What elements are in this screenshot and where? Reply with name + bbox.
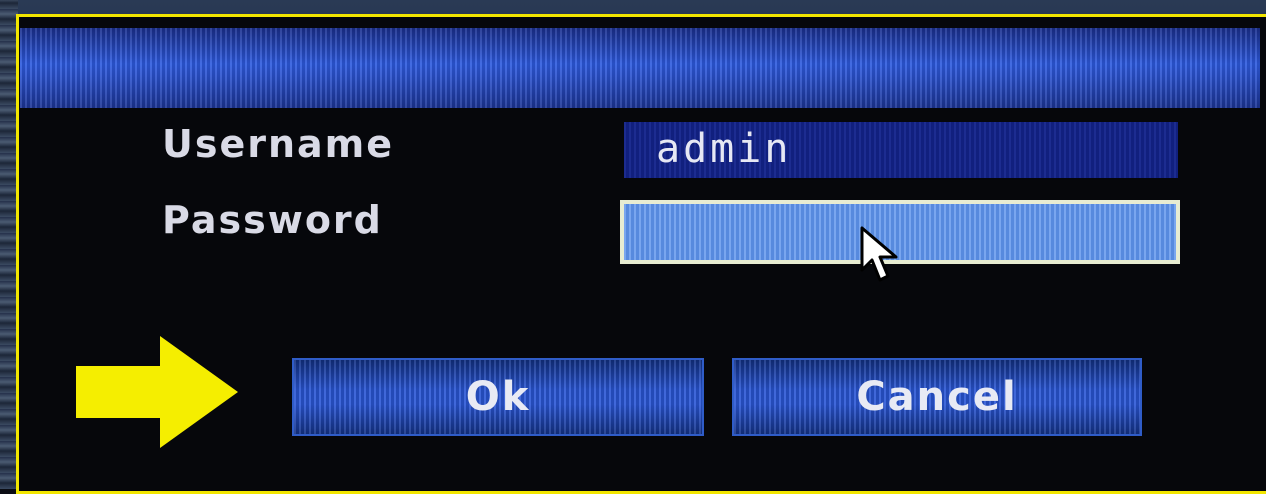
cancel-button[interactable]: Cancel [732, 358, 1142, 436]
dialog-title-bar [20, 28, 1260, 108]
username-value: admin [656, 126, 792, 172]
username-label: Username [162, 122, 395, 166]
password-label: Password [162, 198, 383, 242]
ok-button[interactable]: Ok [292, 358, 704, 436]
username-field[interactable]: admin [624, 122, 1178, 178]
right-arrow-annotation-icon [76, 336, 238, 448]
mouse-pointer-icon [860, 226, 898, 282]
